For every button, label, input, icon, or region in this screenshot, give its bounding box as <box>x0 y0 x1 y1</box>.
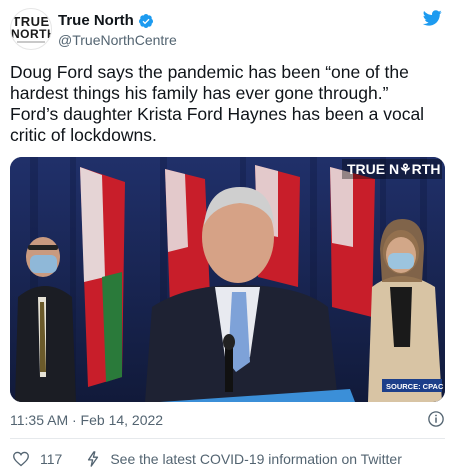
tweet-text: Doug Ford says the pandemic has been “on… <box>10 62 445 146</box>
tweet-header: TRUE NORTH True North @TrueNorthCentre <box>10 6 445 50</box>
video-source-label: SOURCE: CPAC <box>386 382 444 391</box>
heart-icon[interactable] <box>12 451 30 467</box>
account-name[interactable]: True North <box>58 12 154 30</box>
verified-icon <box>138 14 153 28</box>
tweet-line: hardest things his family has ever gone … <box>10 83 389 103</box>
account-handle[interactable]: @TrueNorthCentre <box>58 32 177 48</box>
like-count[interactable]: 117 <box>40 451 62 467</box>
avatar-text-bottom: NORTH <box>11 27 52 41</box>
tweet-line: critic of lockdowns. <box>10 125 157 145</box>
tweet-line: Doug Ford says the pandemic has been “on… <box>10 62 409 82</box>
lightning-icon <box>88 451 99 467</box>
twitter-bird-icon[interactable] <box>421 8 443 28</box>
tweet-actions: 117 See the latest COVID-19 information … <box>12 450 445 468</box>
tweet-line: Ford’s daughter Krista Ford Haynes has b… <box>10 104 425 124</box>
video-player[interactable]: TRUE N⚘RTH SOURCE: CPAC <box>10 157 445 402</box>
avatar-rule <box>17 41 45 43</box>
account-name-text[interactable]: True North <box>58 12 134 30</box>
avatar[interactable]: TRUE NORTH <box>10 8 52 50</box>
flag-right <box>330 167 375 317</box>
video-frame: TRUE N⚘RTH SOURCE: CPAC <box>10 157 445 402</box>
divider <box>10 438 445 439</box>
video-watermark: TRUE N⚘RTH <box>347 161 440 177</box>
covid-info-link[interactable]: See the latest COVID-19 information on T… <box>110 451 402 467</box>
info-icon[interactable] <box>427 410 445 428</box>
tweet-timestamp[interactable]: 11:35 AM · Feb 14, 2022 <box>10 412 163 428</box>
